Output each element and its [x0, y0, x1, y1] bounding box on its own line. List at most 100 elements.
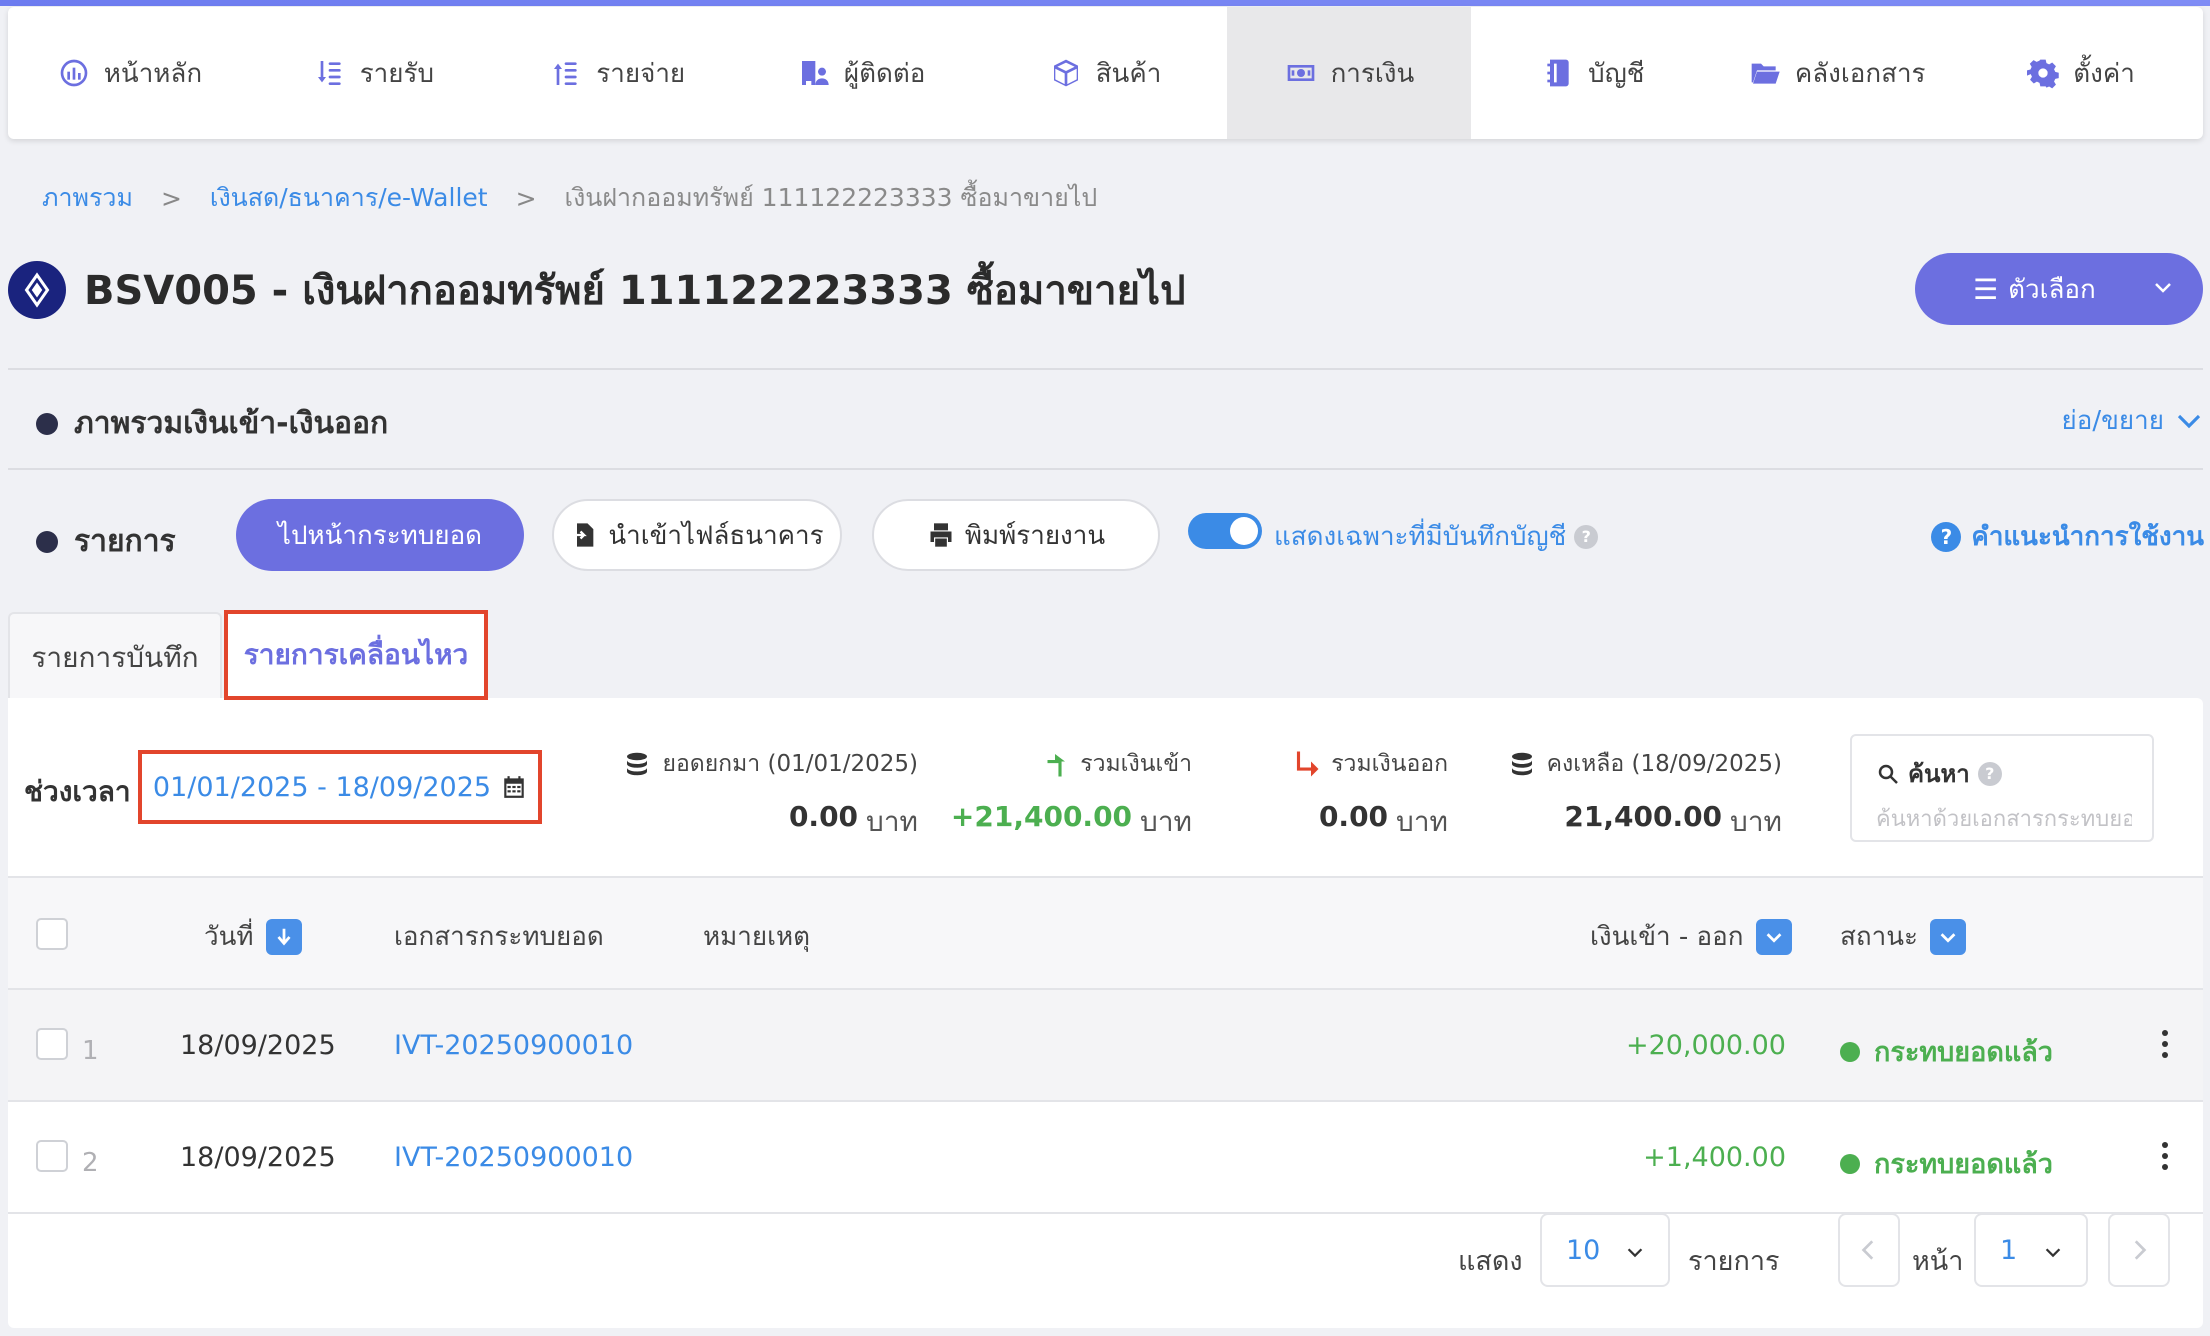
dashboard-icon [60, 59, 88, 87]
chevron-down-icon [1627, 1248, 1643, 1258]
page-title: BSV005 - เงินฝากออมทรัพย์ 111122223333 ซ… [84, 268, 1186, 314]
tab-recorded-entries[interactable]: รายการบันทึก [8, 612, 222, 702]
chevron-left-icon [1861, 1240, 1874, 1260]
toggle-knob [1230, 517, 1258, 545]
row-date: 18/09/2025 [180, 1030, 336, 1061]
column-status-label: สถานะ [1840, 922, 1918, 952]
show-label: แสดง [1458, 1246, 1523, 1277]
breadcrumb-overview[interactable]: ภาพรวม [42, 178, 133, 218]
closing-balance-value: 21,400.00 [1564, 800, 1723, 833]
currency-unit: บาท [1396, 805, 1448, 838]
top-accent-bar [0, 0, 2210, 6]
bullet-icon [36, 530, 58, 553]
page-size-value: 10 [1566, 1234, 1601, 1266]
nav-item-contacts[interactable]: ผู้ติดต่อ [740, 7, 984, 139]
next-page-button[interactable] [2108, 1213, 2170, 1287]
table-row[interactable]: 1 18/09/2025 IVT-20250900010 +20,000.00 … [8, 990, 2203, 1102]
stat-value-row: 0.00 บาท [1248, 800, 1448, 844]
prev-page-button[interactable] [1838, 1213, 1900, 1287]
row-status-label: กระทบยอดแล้ว [1874, 1149, 2053, 1180]
pagination: แสดง 10 รายการ หน้า 1 [8, 1213, 2203, 1303]
accounting-only-toggle[interactable] [1188, 513, 1262, 549]
opening-balance-value: 0.00 [788, 800, 859, 833]
nav-item-finance[interactable]: การเงิน [1227, 7, 1472, 139]
sort-descending-icon[interactable] [265, 918, 302, 955]
current-page-value: 1 [2000, 1234, 2018, 1266]
nav-item-expense[interactable]: รายจ่าย [496, 7, 740, 139]
select-all-checkbox[interactable] [36, 918, 68, 950]
page-size-select[interactable]: 10 [1540, 1213, 1670, 1287]
column-date-label: วันที่ [204, 922, 254, 952]
bullet-icon [36, 412, 58, 435]
print-report-button[interactable]: พิมพ์รายงาน [872, 499, 1160, 571]
calendar-icon [504, 776, 524, 798]
nav-item-documents[interactable]: คลังเอกสาร [1715, 7, 1959, 139]
chevron-down-icon [2177, 414, 2201, 428]
transactions-title: รายการ [74, 524, 176, 559]
opening-balance-label: ยอดยกมา (01/01/2025) [662, 751, 918, 777]
currency-unit: บาท [1140, 805, 1192, 838]
import-button-label: นำเข้าไฟล์ธนาคาร [608, 520, 824, 551]
stat-value-row: 21,400.00 บาท [1478, 800, 1782, 844]
column-date[interactable]: วันที่ [204, 916, 302, 957]
total-outflow-label: รวมเงินออก [1331, 751, 1448, 777]
nav-item-label: ตั้งค่า [2073, 58, 2135, 89]
nav-item-label: บัญชี [1588, 58, 1645, 89]
table-row[interactable]: 2 18/09/2025 IVT-20250900010 +1,400.00 ก… [8, 1102, 2203, 1214]
gear-icon [2027, 59, 2060, 89]
items-label: รายการ [1688, 1246, 1780, 1277]
breadcrumb-separator: > [515, 183, 537, 213]
help-question-icon[interactable]: ? [1977, 761, 2002, 786]
toggle-label-group: แสดงเฉพาะที่มีบันทึกบัญชี ? [1274, 516, 1599, 557]
total-inflow-value: +21,400.00 [950, 800, 1133, 833]
currency-unit: บาท [866, 805, 918, 838]
table-header: วันที่ เอกสารกระทบยอด หมายเหตุ เงินเข้า … [8, 878, 2203, 990]
column-status[interactable]: สถานะ [1840, 916, 1966, 957]
nav-item-label: หน้าหลัก [103, 58, 203, 89]
row-amount: +1,400.00 [1643, 1142, 1786, 1173]
row-doc-link[interactable]: IVT-20250900010 [394, 1030, 633, 1061]
date-range-value: 01/01/2025 - 18/09/2025 [152, 771, 492, 803]
import-bank-file-button[interactable]: นำเข้าไฟล์ธนาคาร [552, 499, 842, 571]
chevron-down-icon[interactable] [1755, 918, 1792, 955]
nav-item-label: การเงิน [1330, 58, 1415, 89]
row-doc-link[interactable]: IVT-20250900010 [394, 1142, 633, 1173]
row-checkbox[interactable] [36, 1028, 68, 1060]
nav-item-products[interactable]: สินค้า [984, 7, 1228, 139]
search-input[interactable] [1876, 807, 2132, 832]
nav-item-label: สินค้า [1095, 58, 1162, 89]
currency-unit: บาท [1730, 805, 1782, 838]
total-inflow-label: รวมเงินเข้า [1080, 751, 1192, 777]
nav-item-settings[interactable]: ตั้งค่า [1959, 7, 2203, 139]
search-box: ค้นหา ? [1850, 734, 2154, 842]
row-number: 1 [82, 1036, 99, 1066]
stat-label-row: รวมเงินออก [1248, 746, 1448, 782]
page-select[interactable]: 1 [1974, 1213, 2088, 1287]
nav-item-income[interactable]: รายรับ [252, 7, 496, 139]
nav-item-accounting[interactable]: บัญชี [1471, 7, 1715, 139]
status-dot-icon [1840, 1153, 1860, 1174]
nav-item-label: รายจ่าย [596, 58, 686, 89]
reconcile-button[interactable]: ไปหน้ากระทบยอด [236, 499, 524, 571]
expense-icon [554, 62, 577, 85]
nav-item-home[interactable]: หน้าหลัก [8, 7, 252, 139]
more-actions-icon[interactable] [2162, 1030, 2170, 1058]
column-amount[interactable]: เงินเข้า - ออก [1590, 916, 1792, 957]
usage-guide-link[interactable]: ? คำแนะนำการใช้งาน [1931, 516, 2204, 557]
chevron-down-icon [2045, 1248, 2061, 1258]
breadcrumb-cash-bank[interactable]: เงินสด/ธนาคาร/e-Wallet [210, 178, 488, 218]
search-title: ค้นหา ? [1876, 754, 2128, 793]
file-import-icon [572, 523, 594, 547]
collapse-toggle[interactable]: ย่อ/ขยาย [2062, 400, 2204, 441]
row-checkbox[interactable] [36, 1140, 68, 1172]
more-actions-icon[interactable] [2162, 1142, 2170, 1170]
options-button[interactable]: ☰ ตัวเลือก [1915, 253, 2203, 325]
column-note-label: หมายเหตุ [703, 922, 811, 952]
chevron-down-icon[interactable] [1929, 918, 1966, 955]
contacts-icon [801, 61, 829, 85]
total-inflow-stat: รวมเงินเข้า +21,400.00 บาท [951, 746, 1192, 844]
help-question-icon[interactable]: ? [1574, 524, 1599, 549]
tab-movements[interactable]: รายการเคลื่อนไหว [224, 610, 488, 700]
arrow-inflow-icon [1047, 754, 1066, 777]
date-range-picker[interactable]: 01/01/2025 - 18/09/2025 [138, 750, 542, 824]
